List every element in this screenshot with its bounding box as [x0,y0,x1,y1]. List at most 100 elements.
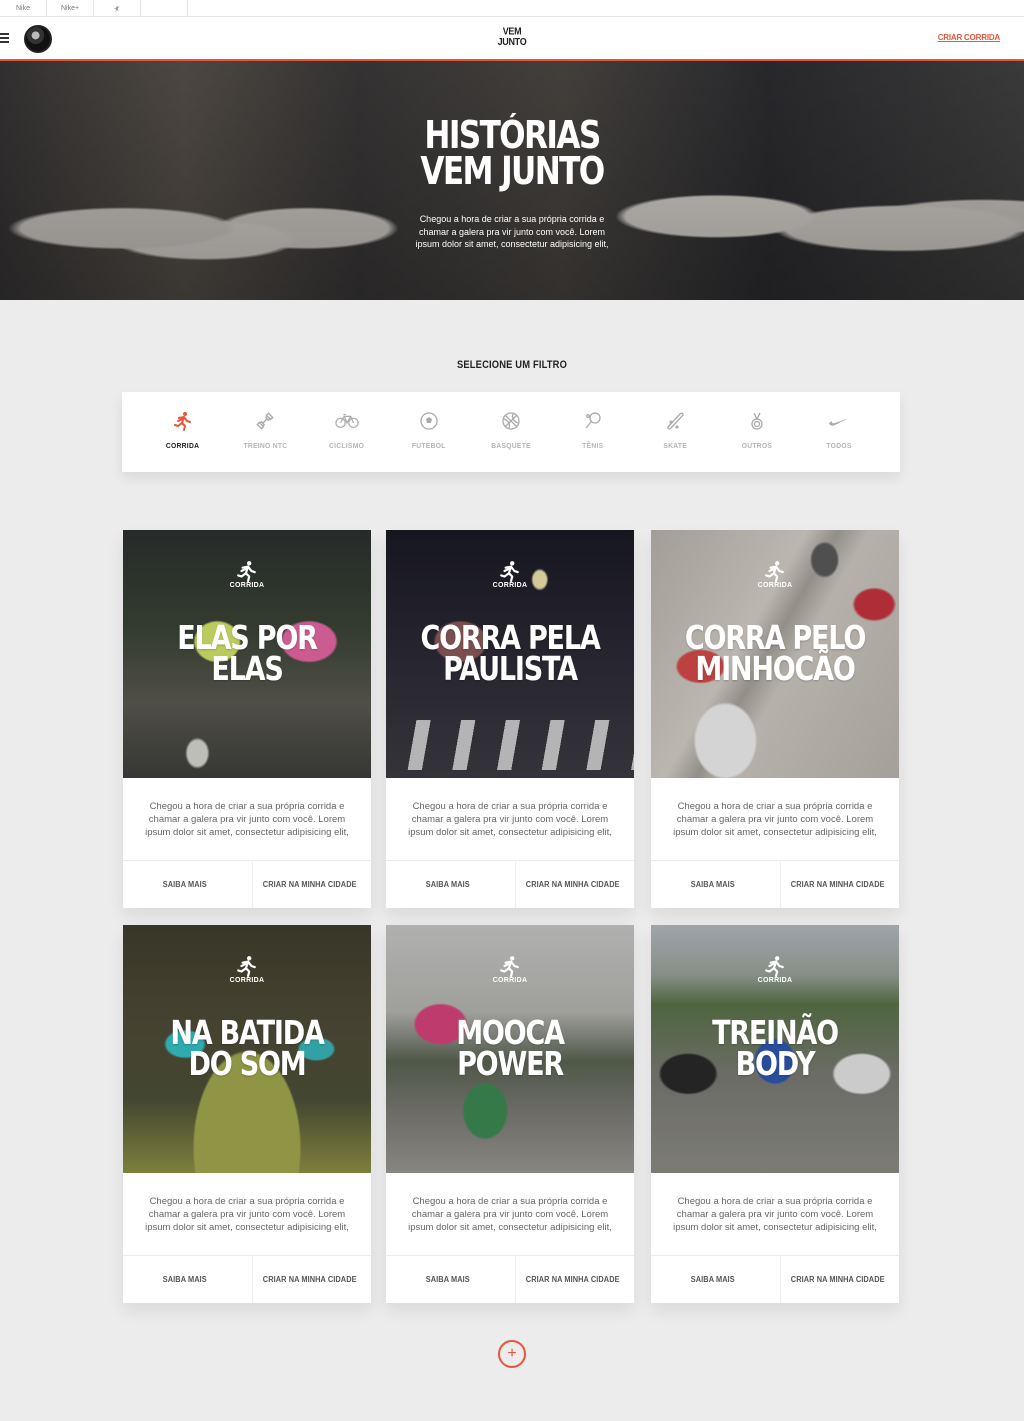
soccer-ball-icon [417,410,441,432]
filter-skate[interactable]: SKATE [640,392,710,472]
story-card-actions: SAIBA MAIS CRIAR NA MINHA CIDADE [651,860,899,908]
story-card-actions: SAIBA MAIS CRIAR NA MINHA CIDADE [123,860,371,908]
filter-ciclismo[interactable]: CICLISMO [312,392,382,472]
story-card-image[interactable]: CORRIDA MOOCA POWER [386,925,634,1173]
filter-label: SKATE [663,441,687,450]
criar-corrida-link[interactable]: CRIAR CORRIDA [938,33,1000,42]
logo-line-2: JUNTO [497,35,527,48]
category-label: CORRIDA [757,582,793,589]
story-card-title: CORRA PELO MINHOCÃO [673,621,876,688]
plus-icon: + [507,1345,517,1362]
story-card-title: NA BATIDA DO SOM [145,1016,348,1080]
story-card: CORRIDA MOOCA POWER Chegou a hora de cri… [386,925,634,1303]
title-line-2: BODY [735,1044,816,1083]
title-line-2: ELAS [211,649,283,688]
hero-description: Chegou a hora de criar a sua própria cor… [415,214,609,249]
filter-tenis[interactable]: TÊNIS [558,392,628,472]
saiba-mais-button[interactable]: SAIBA MAIS [656,1256,770,1303]
story-card-category: CORRIDA [123,560,371,589]
story-card-category: CORRIDA [123,955,371,984]
story-card: CORRIDA NA BATIDA DO SOM Chegou a hora d… [123,925,371,1303]
saiba-mais-button[interactable]: SAIBA MAIS [391,861,505,908]
story-card-image[interactable]: CORRIDA NA BATIDA DO SOM [123,925,371,1173]
filter-treino-ntc[interactable]: TREINO NTC [230,392,300,472]
filter-heading: SELECIONE UM FILTRO [456,359,568,371]
global-nav-nike-plus[interactable]: Nike+ [47,0,94,17]
title-line-2: POWER [457,1044,564,1083]
story-card-image[interactable]: CORRIDA CORRA PELA PAULISTA [386,530,634,778]
filter-basquete[interactable]: BASQUETE [476,392,546,472]
story-card-title: CORRA PELA PAULISTA [408,621,611,685]
category-label: CORRIDA [492,977,528,984]
hero-title: HISTÓRIAS VEM JUNTO [92,113,932,193]
saiba-mais-button[interactable]: SAIBA MAIS [128,1256,242,1303]
story-card-description: Chegou a hora de criar a sua própria cor… [408,801,612,838]
story-card-description: Chegou a hora de criar a sua própria cor… [145,801,349,838]
runner-icon [237,956,256,977]
dumbbell-icon [253,410,277,432]
basketball-icon [499,410,523,432]
filter-label: TÊNIS [582,441,604,450]
story-card-actions: SAIBA MAIS CRIAR NA MINHA CIDADE [123,1255,371,1303]
load-more-button[interactable]: + [498,1340,526,1368]
filter-label: FUTEBOL [412,441,446,450]
category-label: CORRIDA [229,582,265,589]
criar-na-minha-cidade-button[interactable]: CRIAR NA MINHA CIDADE [514,861,629,908]
criar-na-minha-cidade-button[interactable]: CRIAR NA MINHA CIDADE [514,1256,629,1303]
runner-icon [765,561,784,582]
filter-futebol[interactable]: FUTEBOL [394,392,464,472]
hero-title-line-1: HISTÓRIAS [424,113,601,157]
story-card-title: TREINÃO BODY [673,1016,876,1083]
skateboard-icon [663,410,687,432]
site-header: VEM JUNTO CRIAR CORRIDA [0,17,1024,61]
story-card-title: ELAS POR ELAS [145,621,348,688]
filter-outros[interactable]: OUTROS [722,392,792,472]
category-label: CORRIDA [229,977,265,984]
saiba-mais-button[interactable]: SAIBA MAIS [656,861,770,908]
story-card: CORRIDA CORRA PELA PAULISTA Chegou a hor… [386,530,634,908]
story-card-category: CORRIDA [651,955,899,984]
story-card-actions: SAIBA MAIS CRIAR NA MINHA CIDADE [386,860,634,908]
criar-na-minha-cidade-button[interactable]: CRIAR NA MINHA CIDADE [251,861,366,908]
menu-icon[interactable] [0,33,10,43]
runner-icon [237,561,256,582]
runner-icon [171,410,195,432]
filter-label: CORRIDA [166,441,200,450]
story-card-image[interactable]: CORRIDA ELAS POR ELAS [123,530,371,778]
global-nav: Nike Nike+ [0,0,1024,17]
global-nav-nike[interactable]: Nike [0,0,47,17]
jumpman-icon [113,4,120,12]
filter-todos[interactable]: TODOS [804,392,874,472]
story-card-description: Chegou a hora de criar a sua própria cor… [673,1196,877,1233]
filter-label: CICLISMO [329,441,365,450]
story-card-category: CORRIDA [651,560,899,589]
criar-na-minha-cidade-button[interactable]: CRIAR NA MINHA CIDADE [779,861,894,908]
criar-na-minha-cidade-button[interactable]: CRIAR NA MINHA CIDADE [779,1256,894,1303]
story-card-title: MOOCA POWER [408,1016,611,1083]
swoosh-icon [827,410,851,432]
story-card-actions: SAIBA MAIS CRIAR NA MINHA CIDADE [651,1255,899,1303]
global-nav-spacer [141,0,188,17]
story-card-description: Chegou a hora de criar a sua própria cor… [673,801,877,838]
vem-junto-logo[interactable]: VEM JUNTO [492,26,532,48]
category-label: CORRIDA [492,582,528,589]
runner-icon [500,561,519,582]
title-line-2: MINHOCÃO [695,649,855,688]
filter-label: BASQUETE [491,441,531,450]
category-label: CORRIDA [757,977,793,984]
story-card: CORRIDA ELAS POR ELAS Chegou a hora de c… [123,530,371,908]
criar-na-minha-cidade-button[interactable]: CRIAR NA MINHA CIDADE [251,1256,366,1303]
tennis-racket-icon [581,410,605,432]
story-card-description: Chegou a hora de criar a sua própria cor… [145,1196,349,1233]
filter-corrida[interactable]: CORRIDA [148,392,218,472]
saiba-mais-button[interactable]: SAIBA MAIS [391,1256,505,1303]
story-card-image[interactable]: CORRIDA TREINÃO BODY [651,925,899,1173]
filter-panel: CORRIDA TREINO NTC CICLISMO FUTEBOL BASQ… [122,392,900,472]
story-card-image[interactable]: CORRIDA CORRA PELO MINHOCÃO [651,530,899,778]
bicycle-icon [335,410,359,432]
global-nav-jordan[interactable] [94,0,141,17]
filter-label: TODOS [826,441,852,450]
avatar[interactable] [24,25,52,53]
saiba-mais-button[interactable]: SAIBA MAIS [128,861,242,908]
hero-title-line-2: VEM JUNTO [420,149,605,193]
